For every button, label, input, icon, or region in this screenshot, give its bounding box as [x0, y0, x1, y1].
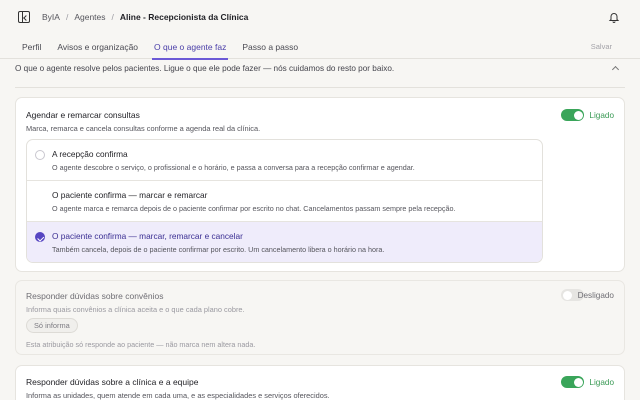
- check-icon[interactable]: [35, 232, 45, 242]
- confirmation-options: A recepção confirma O agente descobre o …: [26, 139, 543, 263]
- capability-card-insurance: Responder dúvidas sobre convênios Inform…: [15, 280, 625, 355]
- clinic-toggle[interactable]: [561, 376, 584, 388]
- breadcrumb-separator: /: [111, 12, 114, 22]
- capability-card-clinic: Responder dúvidas sobre a clínica e a eq…: [15, 365, 625, 400]
- scheduling-toggle[interactable]: [561, 109, 584, 121]
- capability-card-scheduling: Agendar e remarcar consultas Marca, rema…: [15, 97, 625, 272]
- section-intro: O que o agente resolve pelos pacientes. …: [15, 64, 395, 73]
- option-reception-confirms[interactable]: A recepção confirma O agente descobre o …: [27, 140, 542, 181]
- option-title: O paciente confirma — marcar, remarcar e…: [52, 231, 243, 241]
- tab-avisos[interactable]: Avisos e organização: [49, 34, 146, 59]
- radio-icon[interactable]: [35, 150, 45, 160]
- divider: [15, 87, 625, 88]
- card-title: Agendar e remarcar consultas: [26, 110, 140, 120]
- card-title: Responder dúvidas sobre convênios: [26, 291, 164, 301]
- tab-bar: Perfil Avisos e organização O que o agen…: [0, 34, 640, 60]
- card-description: Marca, remarca e cancela consultas confo…: [26, 124, 261, 133]
- card-description: Informa quais convênios a clínica aceita…: [26, 305, 245, 314]
- bell-icon[interactable]: [608, 11, 620, 23]
- breadcrumb-root[interactable]: ByIA: [42, 12, 60, 22]
- option-patient-confirms-cancel[interactable]: O paciente confirma — marcar, remarcar e…: [27, 222, 542, 262]
- toggle-label: Ligado: [589, 378, 614, 387]
- sidebar-toggle-icon[interactable]: [18, 11, 30, 23]
- card-note: Esta atribuição só responde ao paciente …: [26, 340, 256, 349]
- option-description: O agente descobre o serviço, o profissio…: [52, 163, 415, 172]
- option-title: O paciente confirma — marcar e remarcar: [52, 190, 208, 200]
- toggle-label: Ligado: [589, 111, 614, 120]
- option-description: O agente marca e remarca depois de o pac…: [52, 204, 456, 213]
- card-description: Informa as unidades, quem atende em cada…: [26, 391, 330, 400]
- breadcrumb-section[interactable]: Agentes: [74, 12, 105, 22]
- option-title: A recepção confirma: [52, 149, 128, 159]
- tab-o-que-o-agente-faz[interactable]: O que o agente faz: [146, 34, 234, 60]
- chevron-up-icon[interactable]: [611, 65, 620, 74]
- breadcrumb-separator: /: [65, 12, 69, 22]
- save-button[interactable]: Salvar: [591, 42, 612, 51]
- tab-passo-a-passo[interactable]: Passo a passo: [234, 34, 306, 59]
- top-bar: ByIA / Agentes / Aline - Recepcionista d…: [0, 0, 640, 34]
- info-only-badge: Só informa: [26, 318, 78, 333]
- page-title: Aline - Recepcionista da Clínica: [119, 12, 249, 22]
- toggle-label: Desligado: [577, 291, 614, 300]
- option-description: Também cancela, depois de o paciente con…: [52, 245, 385, 254]
- option-patient-confirms-book[interactable]: O paciente confirma — marcar e remarcar …: [27, 181, 542, 222]
- tab-perfil[interactable]: Perfil: [22, 34, 49, 59]
- card-title: Responder dúvidas sobre a clínica e a eq…: [26, 377, 199, 387]
